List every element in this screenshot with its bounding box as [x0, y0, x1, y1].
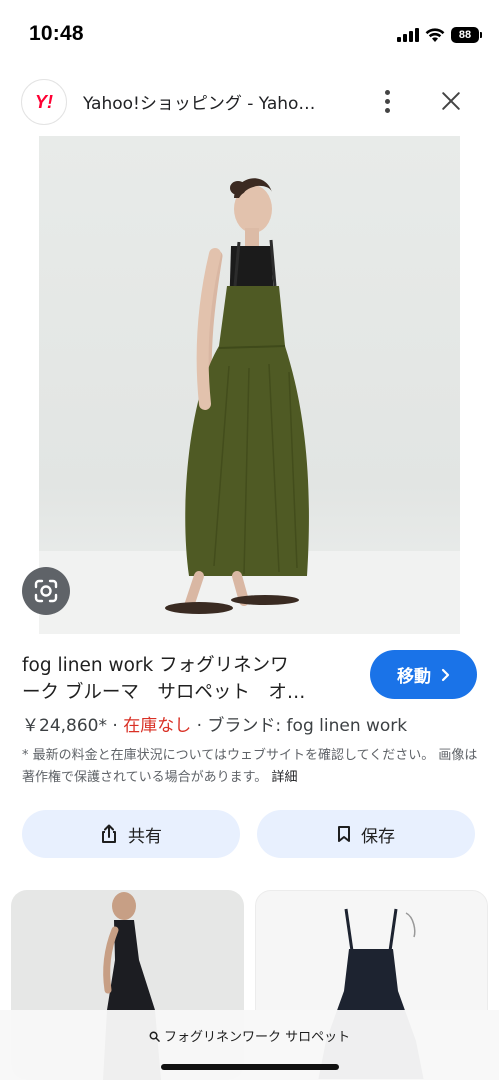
visit-button[interactable]: 移動 [370, 650, 477, 699]
bookmark-icon [338, 826, 350, 842]
stock-status: 在庫なし [123, 716, 192, 736]
bottom-search-bar[interactable]: フォグリネンワーク サロペット [0, 1010, 499, 1080]
site-favicon[interactable]: Y! [21, 79, 67, 125]
battery-icon: 88 [451, 27, 482, 43]
product-title-line2: ーク ブルーマ サロペット オ… [22, 682, 306, 703]
disclaimer-text: * 最新の料金と在庫状況についてはウェブサイトを確認してください。 画像は著作権… [22, 748, 478, 785]
disclaimer: * 最新の料金と在庫状況についてはウェブサイトを確認してください。 画像は著作権… [22, 745, 482, 789]
save-label: 保存 [361, 826, 395, 847]
home-indicator[interactable] [161, 1064, 339, 1070]
price: ￥24,860* [22, 716, 107, 736]
model-photo [39, 178, 460, 634]
details-link[interactable]: 詳細 [271, 770, 297, 785]
more-options-button[interactable] [372, 84, 402, 118]
save-button[interactable]: 保存 [257, 810, 475, 858]
wifi-icon [425, 27, 445, 42]
search-query[interactable]: フォグリネンワーク サロペット [0, 1026, 499, 1045]
google-lens-button[interactable] [22, 567, 70, 615]
brand: ブランド: fog linen work [207, 716, 408, 736]
preview-header: Y! Yahoo!ショッピング - Yaho… [0, 70, 499, 132]
status-icons: 88 [397, 27, 482, 43]
separator: · [196, 716, 203, 736]
visit-button-label: 移動 [397, 667, 431, 687]
product-title[interactable]: fog linen work フォグリネンワ ーク ブルーマ サロペット オ… [22, 652, 357, 706]
search-query-text: フォグリネンワーク サロペット [164, 1030, 351, 1045]
share-icon [102, 824, 116, 843]
close-button[interactable] [434, 84, 468, 118]
status-bar: 10:48 88 [0, 0, 499, 68]
share-label: 共有 [128, 826, 162, 847]
site-title[interactable]: Yahoo!ショッピング - Yaho… [83, 89, 353, 114]
chevron-right-icon [441, 668, 450, 681]
separator: · [112, 716, 118, 736]
product-meta: ￥24,860* · 在庫なし · ブランド: fog linen work [22, 711, 407, 736]
clock: 10:48 [29, 22, 84, 45]
product-image[interactable] [39, 136, 460, 634]
cellular-signal-icon [397, 28, 419, 42]
lens-icon [34, 579, 58, 603]
product-title-line1: fog linen work フォグリネンワ [22, 655, 289, 676]
search-icon [149, 1031, 160, 1042]
share-button[interactable]: 共有 [22, 810, 240, 858]
